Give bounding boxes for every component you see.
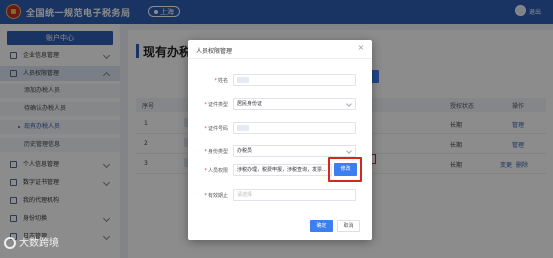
watermark-logo-icon — [4, 237, 16, 249]
name-field[interactable] — [233, 74, 356, 86]
close-icon[interactable]: × — [357, 44, 365, 52]
identity-type-select[interactable]: 办税员 — [233, 145, 356, 157]
edit-button-highlight — [328, 157, 362, 182]
permission-label: *人员权限 — [204, 168, 228, 174]
deadline-label: *有效期止 — [204, 193, 228, 199]
cancel-button[interactable]: 取消 — [337, 220, 360, 232]
watermark: 大数跨境 — [4, 234, 59, 249]
permission-field: 涉税办理，税费申报，涉税查询，发票... — [233, 164, 332, 176]
masked-value — [237, 124, 249, 131]
confirm-button[interactable]: 确定 — [310, 220, 333, 232]
chevron-down-icon — [346, 148, 352, 154]
dialog-title: 人员权限管理 — [196, 48, 233, 55]
name-label: *姓名 — [214, 78, 228, 84]
id-type-label: *证件类型 — [204, 102, 228, 108]
masked-value — [237, 76, 249, 83]
id-type-select[interactable]: 居民身份证 — [233, 98, 356, 110]
dialog-divider — [188, 58, 372, 59]
permission-dialog: 人员权限管理 × *姓名 *证件类型 居民身份证 *证件号码 *身份类型 办税员… — [188, 40, 372, 240]
id-number-label: *证件号码 — [204, 126, 228, 132]
deadline-date-picker[interactable]: 请选择 — [233, 189, 356, 201]
id-number-field[interactable] — [233, 122, 356, 134]
chevron-down-icon — [346, 101, 352, 107]
identity-type-label: *身份类型 — [204, 149, 228, 155]
